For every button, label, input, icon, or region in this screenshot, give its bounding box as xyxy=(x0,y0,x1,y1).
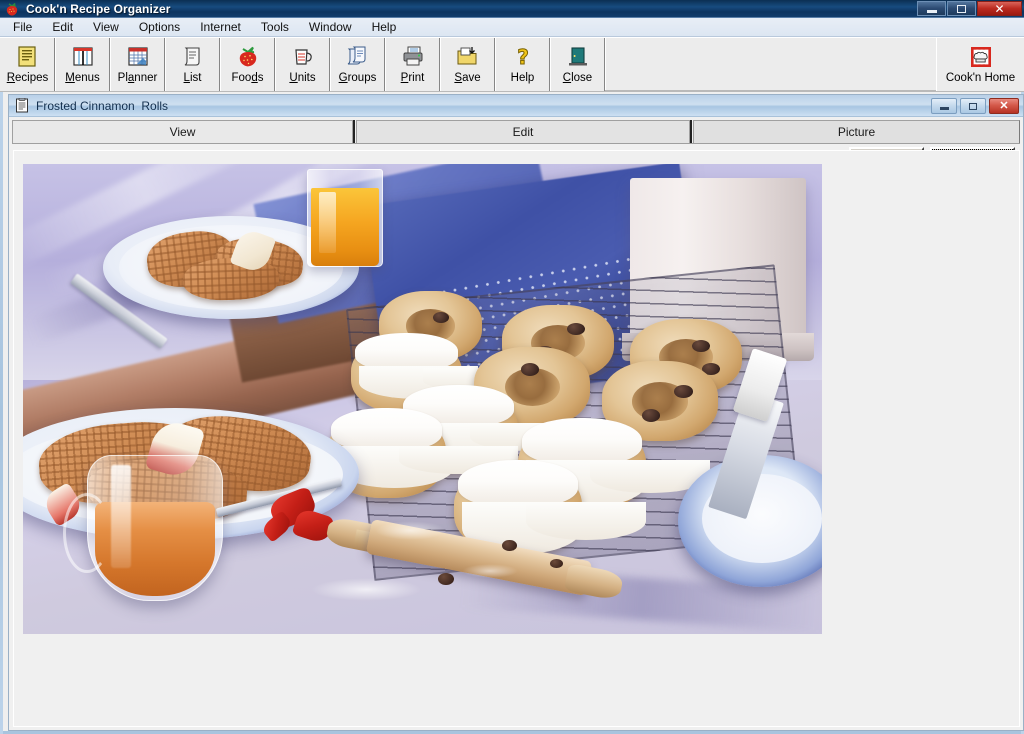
question-mark-icon: ? xyxy=(507,43,539,71)
toolbar-label-recipes: Recipes xyxy=(6,72,49,84)
toolbar-button-foods[interactable]: Foods xyxy=(220,38,275,91)
save-folder-icon xyxy=(452,43,484,71)
toolbar-label-planner: Planner xyxy=(117,72,158,84)
chef-hat-icon xyxy=(965,43,997,71)
menu-item-tools[interactable]: Tools xyxy=(251,18,299,36)
strawberry-icon xyxy=(4,2,20,16)
main-toolbar: Recipes Menus Planner List Foods Units G… xyxy=(0,37,1024,92)
toolbar-button-save[interactable]: Save xyxy=(440,38,495,91)
document-icon xyxy=(15,97,29,113)
tab-picture[interactable]: Picture xyxy=(693,120,1020,143)
menu-item-view[interactable]: View xyxy=(83,18,129,36)
toolbar-button-help[interactable]: ? Help xyxy=(495,38,550,91)
maximize-button[interactable] xyxy=(947,1,976,16)
toolbar-spacer xyxy=(605,38,936,90)
toolbar-label-groups: Groups xyxy=(338,72,377,84)
menu-bar: File Edit View Options Internet Tools Wi… xyxy=(0,18,1024,37)
toolbar-button-recipes[interactable]: Recipes xyxy=(0,38,55,91)
photo-raisin xyxy=(502,540,517,551)
toolbar-label-foods: Foods xyxy=(231,72,264,84)
menu-item-options[interactable]: Options xyxy=(129,18,190,36)
toolbar-label-help: Help xyxy=(510,72,535,84)
tab-separator xyxy=(353,120,355,143)
window-controls: ✕ xyxy=(917,1,1022,16)
menu-item-file[interactable]: File xyxy=(3,18,42,36)
recipe-photo[interactable] xyxy=(23,164,822,634)
application-window: Cook'n Recipe Organizer ✕ File Edit View… xyxy=(0,0,1024,734)
printer-icon xyxy=(397,43,429,71)
recipe-card-icon xyxy=(12,43,44,71)
tab-edit[interactable]: Edit xyxy=(356,120,690,143)
menu-item-edit[interactable]: Edit xyxy=(42,18,83,36)
toolbar-button-menus[interactable]: Menus xyxy=(55,38,110,91)
window-left-edge xyxy=(0,92,3,734)
minimize-button[interactable] xyxy=(917,1,946,16)
photo-icing xyxy=(458,460,579,508)
photo-icing-drip xyxy=(526,502,647,540)
recipe-window: Frosted Cinnamon Rolls ✕ View Edit Pictu… xyxy=(8,94,1024,731)
photo-flour-dust xyxy=(462,563,519,578)
toolbar-button-units[interactable]: Units xyxy=(275,38,330,91)
recipe-window-controls: ✕ xyxy=(931,98,1019,114)
picture-panel xyxy=(13,150,1020,727)
photo-flour-dust xyxy=(374,521,447,540)
close-button[interactable]: ✕ xyxy=(977,1,1022,16)
tab-separator xyxy=(690,120,692,143)
toolbar-label-cookn-home: Cook'n Home xyxy=(945,72,1016,84)
toolbar-button-list[interactable]: List xyxy=(165,38,220,91)
toolbar-button-groups[interactable]: Groups xyxy=(330,38,385,91)
door-exit-icon xyxy=(562,43,594,71)
recipe-window-title-bar: Frosted Cinnamon Rolls ✕ xyxy=(9,95,1023,117)
photo-icing xyxy=(522,417,643,465)
shopping-list-icon xyxy=(177,43,209,71)
photo-juice-highlight xyxy=(318,192,337,254)
menu-grid-icon xyxy=(67,43,99,71)
toolbar-button-cookn-home[interactable]: Cook'n Home xyxy=(936,38,1024,91)
tab-picture-label: Picture xyxy=(837,125,876,139)
app-title: Cook'n Recipe Organizer xyxy=(26,1,171,16)
toolbar-label-list: List xyxy=(183,72,202,84)
menu-item-help[interactable]: Help xyxy=(362,18,407,36)
toolbar-button-planner[interactable]: Planner xyxy=(110,38,165,91)
tab-view[interactable]: View xyxy=(12,120,353,143)
toolbar-label-close: Close xyxy=(562,72,593,84)
toolbar-label-save: Save xyxy=(454,72,481,84)
toolbar-label-menus: Menus xyxy=(65,72,100,84)
recipe-tabs: View Edit Picture xyxy=(12,120,1020,144)
recipe-minimize-button[interactable] xyxy=(931,98,957,114)
recipe-title: Frosted Cinnamon Rolls xyxy=(36,98,169,113)
menu-item-window[interactable]: Window xyxy=(299,18,362,36)
photo-pitcher-highlight xyxy=(110,464,131,569)
strawberry-icon xyxy=(232,43,264,71)
main-title-bar: Cook'n Recipe Organizer ✕ xyxy=(0,0,1024,18)
photo-pitcher-handle xyxy=(62,493,111,573)
picture-panel-empty-area xyxy=(14,647,1019,726)
toolbar-label-units: Units xyxy=(289,72,316,84)
calendar-planner-icon xyxy=(122,43,154,71)
svg-text:?: ? xyxy=(517,45,529,69)
recipe-maximize-button[interactable] xyxy=(960,98,986,114)
photo-flour-dust xyxy=(310,577,423,602)
pages-group-icon xyxy=(342,43,374,71)
photo-icing xyxy=(330,408,443,451)
recipe-close-button[interactable]: ✕ xyxy=(989,98,1019,114)
toolbar-button-print[interactable]: Print xyxy=(385,38,440,91)
toolbar-label-print: Print xyxy=(400,72,425,84)
menu-item-internet[interactable]: Internet xyxy=(190,18,251,36)
tab-view-label: View xyxy=(169,125,196,139)
toolbar-button-close[interactable]: Close xyxy=(550,38,605,91)
tab-edit-label: Edit xyxy=(512,125,534,139)
measuring-cup-icon xyxy=(287,43,319,71)
